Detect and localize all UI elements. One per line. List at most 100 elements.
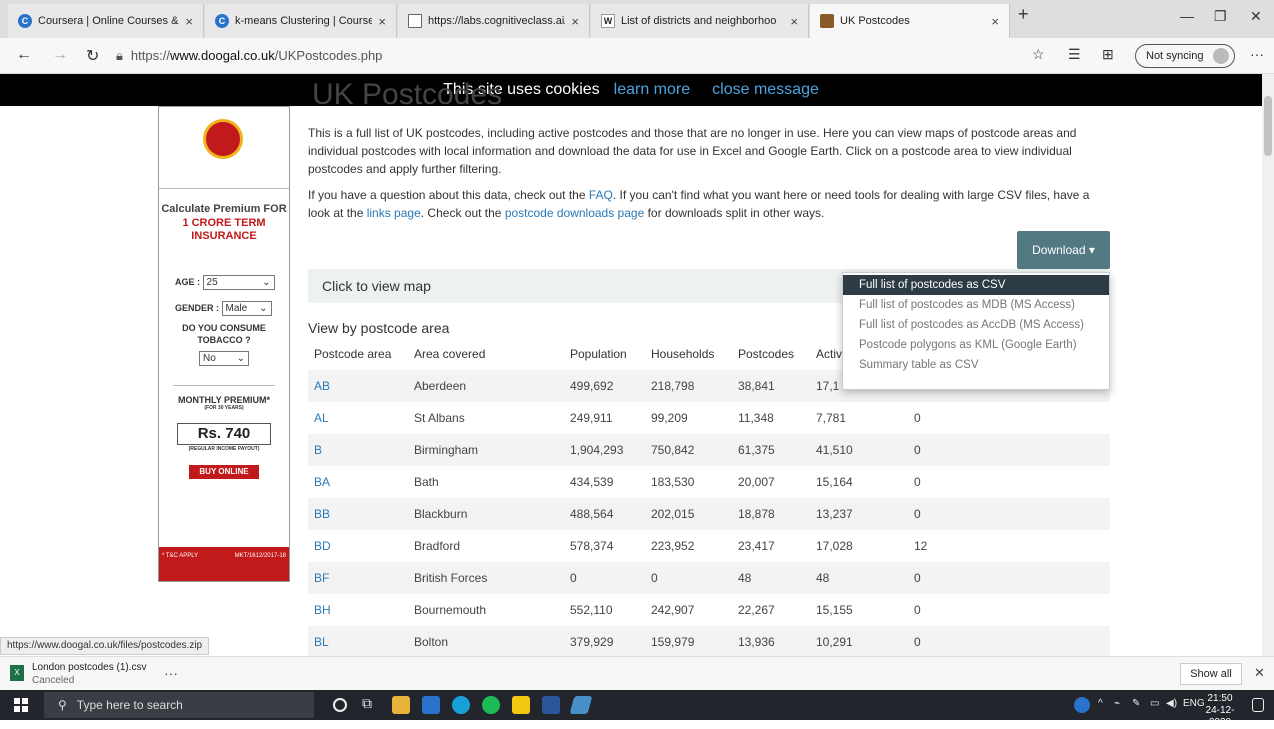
- help-text: for downloads split in other ways.: [644, 206, 825, 220]
- header-area-covered[interactable]: Area covered: [408, 338, 564, 370]
- tab-coursera[interactable]: C Coursera | Online Courses & Cre ×: [8, 4, 204, 38]
- back-icon[interactable]: ←: [16, 46, 32, 64]
- minimize-icon[interactable]: —: [1180, 8, 1194, 24]
- network-icon[interactable]: ⌁: [1114, 698, 1120, 709]
- download-button[interactable]: Download ▾: [1017, 231, 1110, 269]
- buy-online-button[interactable]: BUY ONLINE: [189, 465, 259, 479]
- view-by-heading: View by postcode area: [308, 320, 450, 336]
- spotify-icon[interactable]: [482, 696, 500, 714]
- windows-start-icon[interactable]: [14, 698, 28, 712]
- battery-icon[interactable]: ▭: [1150, 698, 1159, 709]
- header-households[interactable]: Households: [645, 338, 732, 370]
- table-cell: 159,979: [645, 626, 732, 658]
- menu-item-kml[interactable]: Postcode polygons as KML (Google Earth): [843, 335, 1109, 355]
- close-icon[interactable]: ×: [378, 14, 386, 29]
- postcode-downloads-link[interactable]: postcode downloads page: [505, 206, 644, 220]
- table-cell: 0: [645, 562, 732, 594]
- faq-link[interactable]: FAQ: [589, 188, 613, 202]
- help-text: If you have a question about this data, …: [308, 188, 589, 202]
- scrollbar-thumb[interactable]: [1264, 96, 1272, 156]
- tray-chevron-icon[interactable]: ^: [1098, 698, 1103, 709]
- menu-item-mdb[interactable]: Full list of postcodes as MDB (MS Access…: [843, 295, 1109, 315]
- url-domain: www.doogal.co.uk: [169, 48, 275, 63]
- mail-icon[interactable]: [422, 696, 440, 714]
- learn-more-link[interactable]: learn more: [614, 81, 690, 99]
- tab-bar: C Coursera | Online Courses & Cre × C k-…: [0, 0, 1274, 38]
- forward-icon[interactable]: →: [52, 46, 68, 64]
- volume-icon[interactable]: ◀): [1166, 698, 1177, 709]
- close-icon[interactable]: ✕: [1254, 665, 1265, 681]
- file-explorer-icon[interactable]: [392, 696, 410, 714]
- table-cell: 22,267: [738, 603, 775, 617]
- edge-icon[interactable]: [452, 696, 470, 714]
- table-cell: 11,348: [738, 411, 774, 425]
- header-population[interactable]: Population: [564, 338, 645, 370]
- taskbar: ⚲ Type here to search ⧉ ^ ⌁ ✎ ▭ ◀) ENG 2…: [0, 690, 1274, 728]
- close-icon[interactable]: ×: [790, 14, 798, 29]
- tab-cognitiveclass[interactable]: https://labs.cognitiveclass.ai/too ×: [398, 4, 590, 38]
- age-select[interactable]: 25 ⌄: [202, 275, 275, 290]
- tab-wikipedia[interactable]: W List of districts and neighborhoo ×: [591, 4, 809, 38]
- menu-item-csv[interactable]: Full list of postcodes as CSV: [843, 275, 1109, 295]
- postcode-area-link[interactable]: AB: [308, 370, 408, 402]
- close-icon[interactable]: ×: [185, 14, 193, 29]
- header-postcodes[interactable]: Postcodes: [732, 338, 810, 370]
- cortana-icon[interactable]: [333, 698, 347, 712]
- more-icon[interactable]: ···: [164, 665, 178, 681]
- chevron-down-icon: ⌄: [262, 277, 271, 288]
- insurance-ad[interactable]: Calculate Premium FOR 1 CRORE TERM INSURA…: [158, 106, 290, 582]
- postcode-area-link[interactable]: B: [308, 434, 408, 466]
- app-icon[interactable]: [569, 696, 593, 714]
- url-field[interactable]: 🔒︎ https://www.doogal.co.uk/UKPostcodes.p…: [116, 48, 382, 64]
- close-icon[interactable]: ×: [991, 14, 999, 29]
- tab-uk-postcodes[interactable]: UK Postcodes ×: [810, 4, 1010, 38]
- maximize-icon[interactable]: ❐: [1214, 8, 1227, 25]
- favorites-icon[interactable]: ☰: [1068, 46, 1081, 63]
- clock[interactable]: 21:50 24-12-2020: [1200, 693, 1240, 729]
- show-all-button[interactable]: Show all: [1180, 663, 1242, 685]
- word-icon[interactable]: [542, 696, 560, 714]
- wikipedia-icon: W: [601, 14, 615, 28]
- help-icon[interactable]: [1074, 697, 1090, 713]
- postcode-area-link[interactable]: BL: [308, 626, 408, 658]
- gender-select[interactable]: Male ⌄: [221, 301, 272, 316]
- download-shelf: X London postcodes (1).csv Canceled ··· …: [0, 656, 1274, 690]
- taskbar-search[interactable]: ⚲ Type here to search: [44, 692, 314, 718]
- links-page-link[interactable]: links page: [367, 206, 421, 220]
- status-url: https://www.doogal.co.uk/files/postcodes…: [0, 637, 210, 655]
- table-cell: 7,781: [816, 411, 847, 425]
- new-tab-icon[interactable]: +: [1018, 4, 1029, 25]
- clock-date: 24-12-2020: [1205, 705, 1235, 728]
- postcode-area-link[interactable]: AL: [308, 402, 408, 434]
- gender-value: Male: [225, 303, 248, 314]
- sync-button[interactable]: Not syncing: [1135, 44, 1235, 68]
- more-icon[interactable]: ···: [1250, 46, 1264, 62]
- header-postcode-area[interactable]: Postcode area: [308, 338, 408, 370]
- refresh-icon[interactable]: ↻: [86, 46, 99, 66]
- postcode-area-link[interactable]: BB: [308, 498, 408, 530]
- menu-item-accdb[interactable]: Full list of postcodes as AccDB (MS Acce…: [843, 315, 1109, 335]
- table-cell: 18,878: [732, 498, 810, 530]
- download-filename[interactable]: London postcodes (1).csv: [32, 662, 147, 673]
- notifications-icon[interactable]: [1252, 698, 1264, 712]
- favorite-star-icon[interactable]: ☆: [1032, 46, 1045, 63]
- tab-kmeans[interactable]: C k-means Clustering | Coursera ×: [205, 4, 397, 38]
- scrollbar[interactable]: [1262, 74, 1274, 656]
- tobacco-select[interactable]: No ⌄: [199, 351, 249, 366]
- menu-item-summary-csv[interactable]: Summary table as CSV: [843, 355, 1109, 375]
- table-cell: 223,952: [651, 539, 695, 553]
- table-cell: 38,841: [732, 370, 810, 402]
- postcode-area-link[interactable]: BA: [308, 466, 408, 498]
- collections-icon[interactable]: ⊞: [1102, 46, 1114, 63]
- pen-icon[interactable]: ✎: [1132, 698, 1140, 709]
- postcode-area-link[interactable]: BH: [308, 594, 408, 626]
- postcode-area-link[interactable]: BF: [308, 562, 408, 594]
- power-bi-icon[interactable]: [512, 696, 530, 714]
- table-cell: 183,530: [651, 475, 695, 489]
- close-message-link[interactable]: close message: [712, 81, 819, 99]
- close-icon[interactable]: ×: [571, 14, 579, 29]
- postcode-area-link[interactable]: BD: [308, 530, 408, 562]
- coursera-icon: C: [18, 14, 32, 28]
- window-close-icon[interactable]: ✕: [1250, 8, 1262, 25]
- task-view-icon[interactable]: ⧉: [362, 695, 380, 713]
